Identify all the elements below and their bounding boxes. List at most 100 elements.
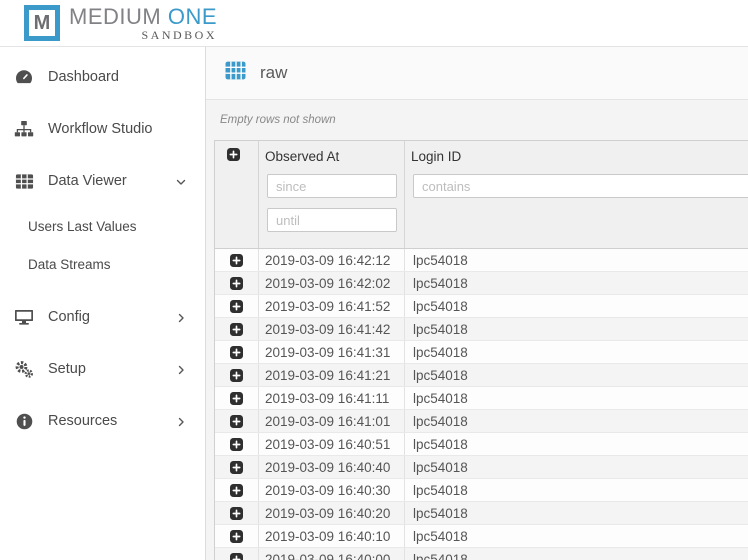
brand-text: MEDIUM ONE SANDBOX	[69, 5, 217, 42]
sidebar-item-label: Workflow Studio	[48, 121, 187, 137]
filter-since-input[interactable]	[267, 174, 397, 198]
observed-at-cell: 2019-03-09 16:40:51	[259, 433, 405, 455]
table-row: 2019-03-09 16:40:51 lpc54018	[215, 433, 748, 456]
sidebar-item-workflow-studio[interactable]: Workflow Studio	[0, 103, 205, 155]
expand-row-button[interactable]	[230, 300, 243, 313]
sidebar-item-label: Data Viewer	[48, 173, 175, 189]
expand-row-cell	[215, 295, 259, 317]
table-row: 2019-03-09 16:41:11 lpc54018	[215, 387, 748, 410]
login-id-cell: lpc54018	[405, 456, 748, 478]
column-label: Login ID	[411, 148, 748, 166]
login-id-cell: lpc54018	[405, 249, 748, 271]
expand-row-cell	[215, 433, 259, 455]
sidebar-data-viewer-submenu: Users Last Values Data Streams	[0, 207, 205, 291]
expand-row-button[interactable]	[230, 392, 243, 405]
login-id-cell: lpc54018	[405, 548, 748, 560]
column-header-login-id: Login ID	[405, 141, 748, 248]
sidebar-item-config[interactable]: Config	[0, 291, 205, 343]
login-id-cell: lpc54018	[405, 272, 748, 294]
table-icon	[225, 60, 246, 86]
observed-at-cell: 2019-03-09 16:41:21	[259, 364, 405, 386]
column-label: Observed At	[265, 148, 396, 166]
expand-row-cell	[215, 525, 259, 547]
login-id-cell: lpc54018	[405, 410, 748, 432]
expand-row-button[interactable]	[230, 484, 243, 497]
expand-row-cell	[215, 272, 259, 294]
brand-name-one: ONE	[168, 4, 217, 29]
sidebar: Dashboard Workflow Studio	[0, 47, 206, 560]
observed-at-cell: 2019-03-09 16:42:02	[259, 272, 405, 294]
observed-at-cell: 2019-03-09 16:41:42	[259, 318, 405, 340]
chevron-right-icon	[175, 363, 187, 375]
expand-row-button[interactable]	[230, 530, 243, 543]
expand-row-button[interactable]	[230, 277, 243, 290]
expand-row-button[interactable]	[230, 323, 243, 336]
filter-contains-input[interactable]	[413, 174, 748, 198]
gauge-icon	[14, 67, 34, 87]
observed-at-cell: 2019-03-09 16:41:01	[259, 410, 405, 432]
expand-row-cell	[215, 502, 259, 524]
brand-name: MEDIUM ONE	[69, 5, 217, 29]
sidebar-item-data-viewer[interactable]: Data Viewer	[0, 155, 205, 207]
sidebar-item-label: Resources	[48, 413, 175, 429]
column-header-observed-at: Observed At	[259, 141, 405, 248]
expand-row-button[interactable]	[230, 461, 243, 474]
login-id-cell: lpc54018	[405, 387, 748, 409]
table-row: 2019-03-09 16:42:12 lpc54018	[215, 249, 748, 272]
login-id-cell: lpc54018	[405, 364, 748, 386]
login-id-cell: lpc54018	[405, 295, 748, 317]
filter-until-input[interactable]	[267, 208, 397, 232]
expand-row-button[interactable]	[230, 254, 243, 267]
observed-at-cell: 2019-03-09 16:40:00	[259, 548, 405, 560]
brand-name-medium: MEDIUM	[69, 4, 168, 29]
expand-row-cell	[215, 341, 259, 363]
sitemap-icon	[14, 119, 34, 139]
sidebar-item-data-streams[interactable]: Data Streams	[0, 245, 205, 283]
login-id-cell: lpc54018	[405, 525, 748, 547]
sidebar-item-resources[interactable]: Resources	[0, 395, 205, 447]
page-title: raw	[260, 63, 287, 83]
expand-row-button[interactable]	[230, 369, 243, 382]
expand-row-button[interactable]	[230, 507, 243, 520]
sidebar-item-label: Config	[48, 309, 175, 325]
brand-logo[interactable]: M MEDIUM ONE SANDBOX	[24, 5, 217, 42]
observed-at-cell: 2019-03-09 16:41:52	[259, 295, 405, 317]
table-icon	[14, 171, 34, 191]
stream-header: raw	[206, 47, 748, 100]
sidebar-item-users-last-values[interactable]: Users Last Values	[0, 207, 205, 245]
expand-row-cell	[215, 548, 259, 560]
expand-row-button[interactable]	[230, 438, 243, 451]
table-row: 2019-03-09 16:41:01 lpc54018	[215, 410, 748, 433]
login-id-cell: lpc54018	[405, 502, 748, 524]
login-id-cell: lpc54018	[405, 479, 748, 501]
observed-at-cell: 2019-03-09 16:42:12	[259, 249, 405, 271]
observed-at-cell: 2019-03-09 16:40:20	[259, 502, 405, 524]
topbar: M MEDIUM ONE SANDBOX	[0, 0, 748, 47]
sidebar-item-setup[interactable]: Setup	[0, 343, 205, 395]
table-header-row: Observed At Login ID	[215, 141, 748, 249]
cogs-icon	[14, 359, 34, 379]
sidebar-subitem-label: Data Streams	[28, 257, 111, 272]
table-row: 2019-03-09 16:40:00 lpc54018	[215, 548, 748, 560]
expand-row-cell	[215, 318, 259, 340]
expand-row-cell	[215, 410, 259, 432]
expand-row-cell	[215, 364, 259, 386]
chevron-right-icon	[175, 311, 187, 323]
expand-row-button[interactable]	[230, 346, 243, 359]
sidebar-subitem-label: Users Last Values	[28, 219, 137, 234]
expand-row-cell	[215, 456, 259, 478]
brand-monogram-letter: M	[34, 13, 51, 33]
table-row: 2019-03-09 16:41:42 lpc54018	[215, 318, 748, 341]
login-id-cell: lpc54018	[405, 341, 748, 363]
empty-rows-notice: Empty rows not shown	[206, 100, 748, 140]
expand-row-button[interactable]	[230, 553, 243, 560]
expand-row-button[interactable]	[230, 415, 243, 428]
observed-at-cell: 2019-03-09 16:41:31	[259, 341, 405, 363]
expand-all-button[interactable]	[227, 148, 240, 161]
table-row: 2019-03-09 16:41:21 lpc54018	[215, 364, 748, 387]
sidebar-item-label: Setup	[48, 361, 175, 377]
login-id-cell: lpc54018	[405, 318, 748, 340]
table-row: 2019-03-09 16:40:40 lpc54018	[215, 456, 748, 479]
sidebar-item-dashboard[interactable]: Dashboard	[0, 51, 205, 103]
brand-subtitle: SANDBOX	[142, 29, 218, 42]
